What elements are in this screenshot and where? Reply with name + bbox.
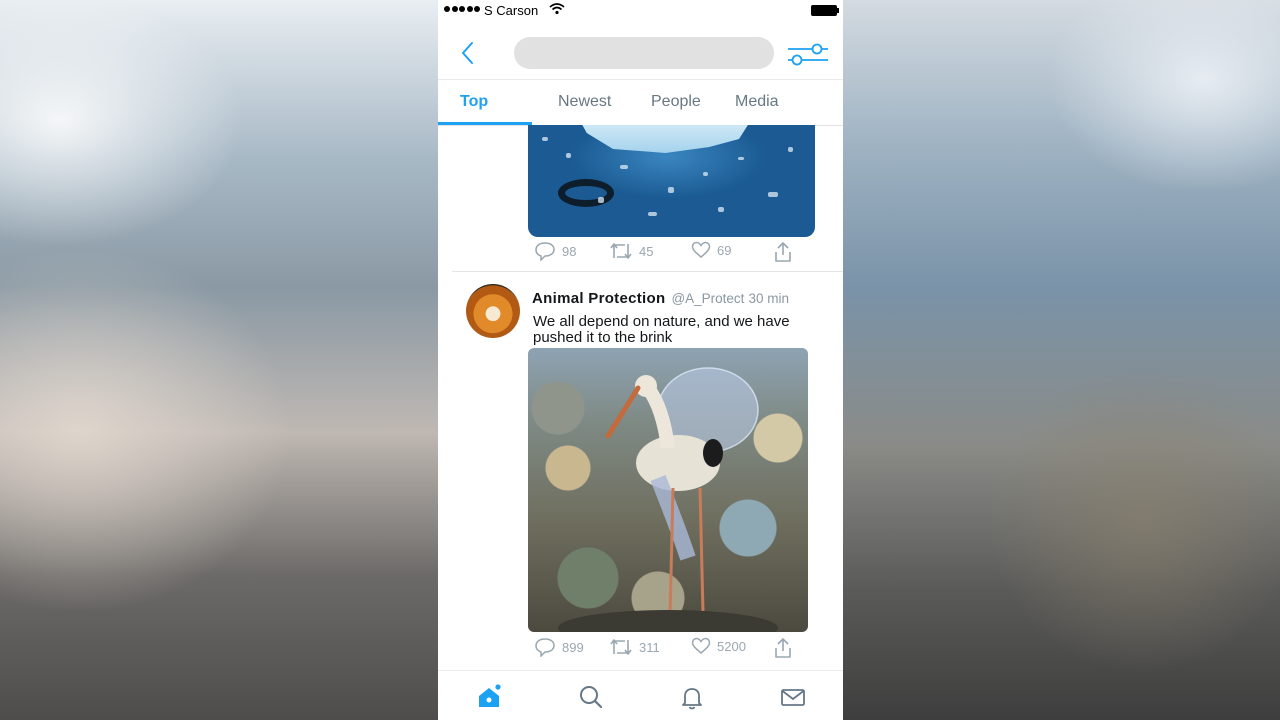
author-name[interactable]: Animal Protection <box>532 290 665 307</box>
share-icon <box>775 242 791 262</box>
heart-icon <box>691 637 711 654</box>
tab-media[interactable]: Media <box>735 93 779 111</box>
author-handle: @A_Protect <box>671 291 745 306</box>
tweet-feed[interactable]: 98 45 69 Animal Protection @A_Protect 30 m… <box>438 125 843 670</box>
tweet-header: Animal Protection @A_Protect 30 min <box>532 290 789 307</box>
retweet-icon <box>610 243 632 259</box>
reply-icon <box>535 242 555 261</box>
notifications-icon[interactable] <box>678 683 706 711</box>
bottom-tab-bar <box>438 670 843 720</box>
like-count: 69 <box>717 242 732 258</box>
reply-button[interactable]: 899 <box>534 637 584 657</box>
background-left <box>0 0 438 720</box>
tweet-actions: 98 45 69 <box>534 241 804 265</box>
tab-people[interactable]: People <box>651 93 701 111</box>
like-button[interactable]: 69 <box>691 241 731 259</box>
tweet-divider <box>452 271 843 272</box>
filter-settings-button[interactable] <box>786 40 828 68</box>
search-tabs: Top Newest People Media <box>438 79 843 126</box>
reply-button[interactable]: 98 <box>534 241 576 261</box>
ocean-plastic-image[interactable] <box>528 125 815 237</box>
share-icon <box>775 638 791 658</box>
signal-strength-icon <box>444 6 480 12</box>
status-bar: S Carson <box>438 0 843 20</box>
avatar[interactable] <box>466 284 520 338</box>
tweet-time: 30 min <box>748 291 789 306</box>
back-button[interactable] <box>456 40 480 66</box>
like-count: 5200 <box>717 638 746 654</box>
home-icon[interactable] <box>475 683 503 711</box>
retweet-icon <box>610 639 632 655</box>
tweet-text: We all depend on nature, and we have pus… <box>533 313 790 346</box>
retweet-button[interactable]: 311 <box>609 637 660 657</box>
heart-icon <box>691 241 711 258</box>
stork-in-plastic-image[interactable] <box>528 348 808 632</box>
reply-icon <box>535 638 555 657</box>
carrier-label: S Carson <box>484 3 539 18</box>
reply-count: 899 <box>562 639 584 655</box>
background-right <box>843 0 1280 720</box>
stork-illustration <box>558 367 778 632</box>
reply-count: 98 <box>562 243 577 259</box>
retweet-count: 45 <box>639 243 654 259</box>
retweet-button[interactable]: 45 <box>609 241 653 261</box>
wifi-icon <box>549 3 565 15</box>
retweet-count: 311 <box>639 639 660 655</box>
tab-newest[interactable]: Newest <box>558 93 611 111</box>
search-icon[interactable] <box>577 683 605 711</box>
messages-icon[interactable] <box>779 683 807 711</box>
battery-icon <box>811 5 839 16</box>
like-button[interactable]: 5200 <box>691 637 746 655</box>
share-button[interactable] <box>773 241 793 263</box>
search-input[interactable] <box>514 37 774 69</box>
share-button[interactable] <box>773 637 793 659</box>
tab-top[interactable]: Top <box>460 93 488 111</box>
phone-screen: S Carson Top Newest People Media 98 45 6… <box>438 0 843 720</box>
tweet-actions: 899 311 5200 <box>534 637 804 661</box>
